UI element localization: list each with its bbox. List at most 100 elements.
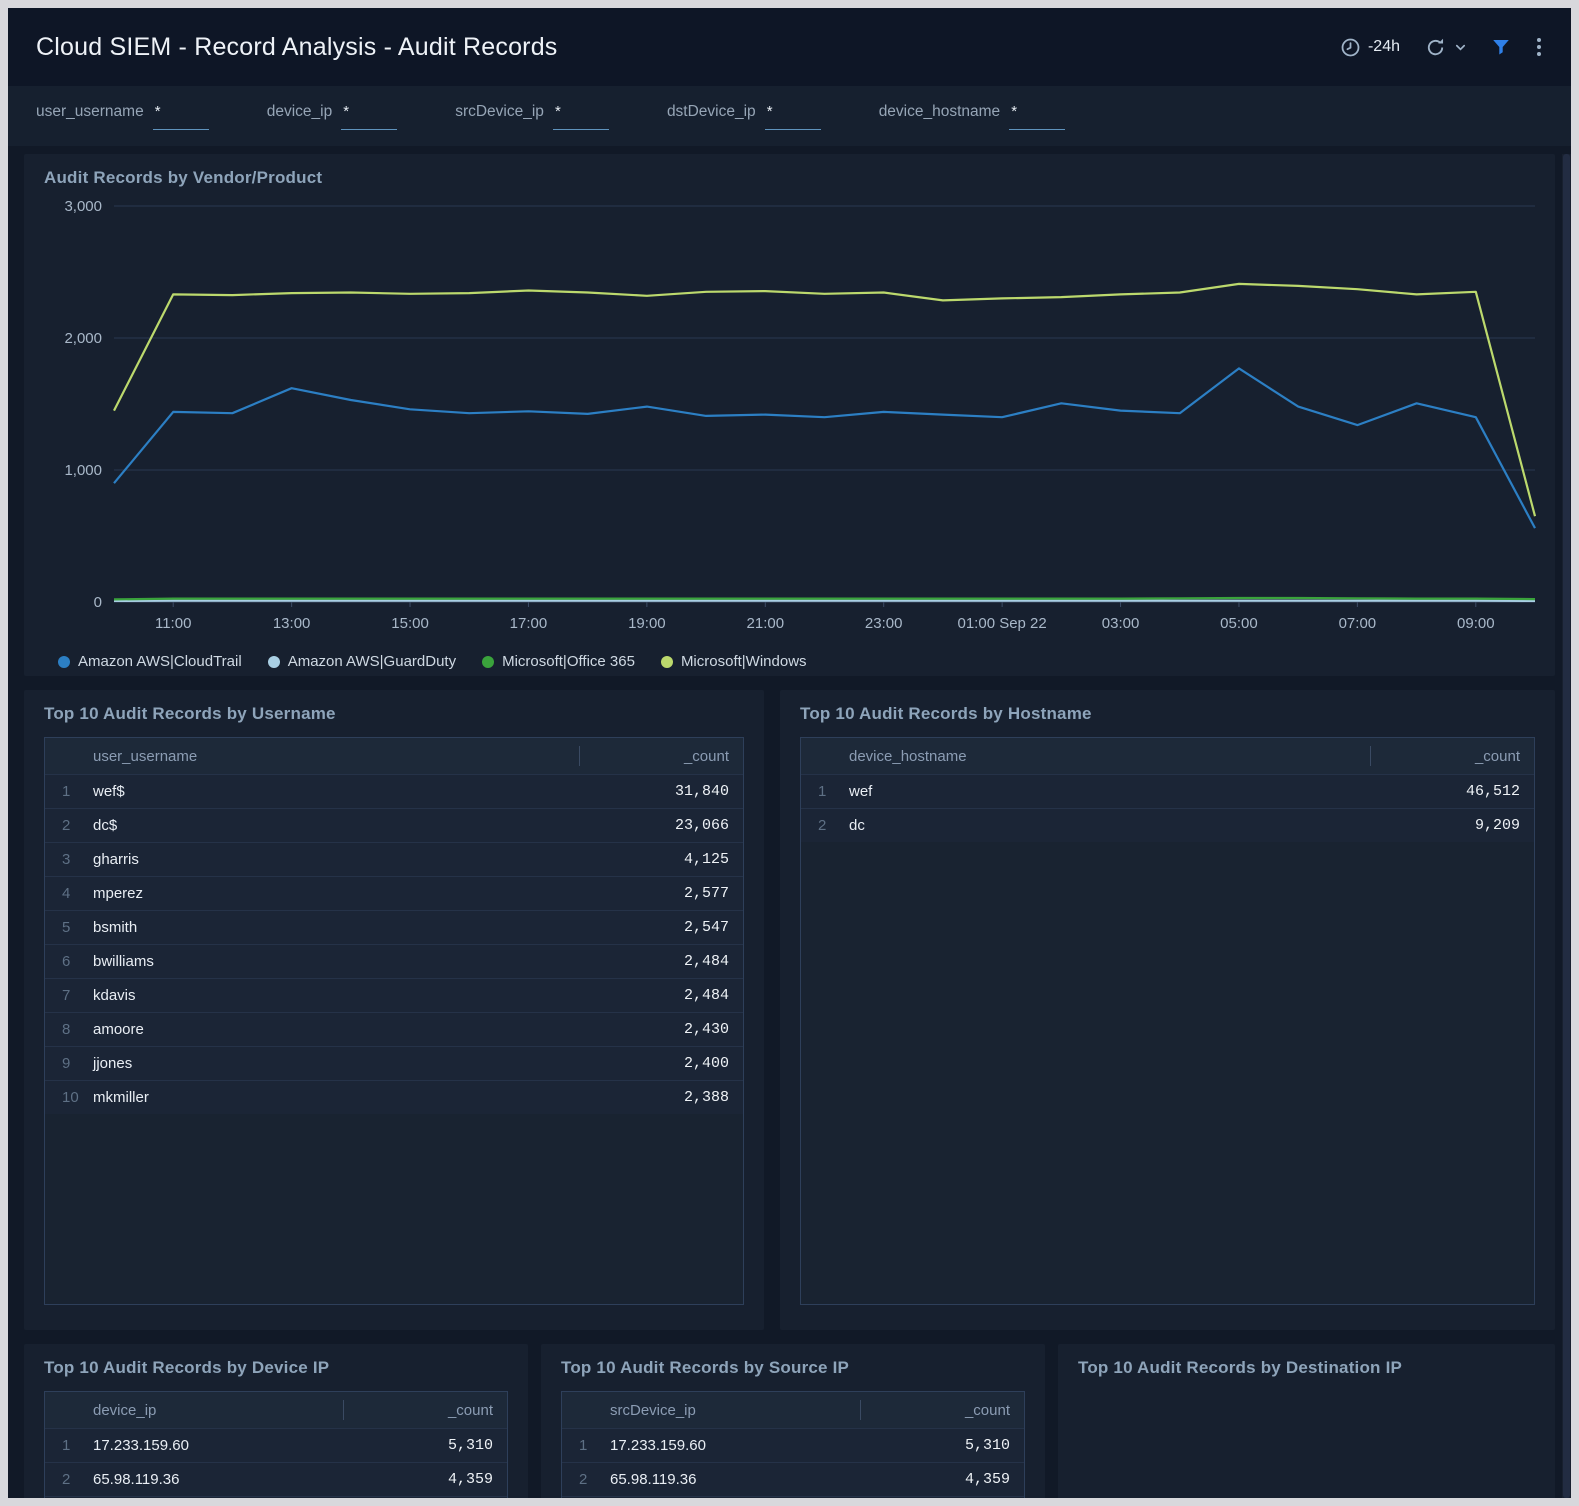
table-row[interactable]: 1wef$31,840 [45,775,743,809]
row-value: 17.233.159.60 [93,1429,343,1463]
table-header-row: srcDevice_ip _count [562,1392,1024,1429]
row-index: 1 [45,1429,93,1463]
source-ip-table: srcDevice_ip _count 117.233.159.605,3102… [561,1391,1025,1498]
row-value: 65.98.119.36 [93,1463,343,1497]
row-index: 2 [45,1463,93,1497]
column-header[interactable]: device_ip [93,1392,343,1429]
filter-device-hostname: device_hostname * [879,103,1066,130]
filter-label: user_username [36,103,144,121]
panel-destination-ip: Top 10 Audit Records by Destination IP [1058,1344,1555,1498]
header-controls: -24h [1340,36,1543,59]
refresh-control[interactable] [1424,36,1467,59]
filter-button[interactable] [1491,37,1511,57]
filter-input[interactable]: * [153,103,209,130]
row-count: 2,484 [579,979,743,1013]
column-header[interactable]: _count [860,1392,1024,1429]
row-value: gharris [93,843,579,877]
row-count: 46,512 [1370,775,1534,809]
table-row[interactable]: 10mkmiller2,388 [45,1081,743,1115]
panel-vendor-product: Audit Records by Vendor/Product 01,0002,… [24,154,1555,676]
row-value: 110.167.149.237 [610,1497,860,1499]
row-index: 2 [562,1463,610,1497]
column-header[interactable]: _count [1370,738,1534,775]
table-row[interactable]: 6bwilliams2,484 [45,945,743,979]
row-count: 2,430 [579,1013,743,1047]
chevron-down-icon [1454,41,1467,54]
row-index: 7 [45,979,93,1013]
row-value: jjones [93,1047,579,1081]
legend-item[interactable]: Microsoft|Office 365 [482,653,635,670]
time-range-control[interactable]: -24h [1340,37,1400,58]
table-row[interactable]: 8amoore2,430 [45,1013,743,1047]
row-index: 1 [562,1429,610,1463]
table-row[interactable]: 5bsmith2,547 [45,911,743,945]
legend-item[interactable]: Amazon AWS|GuardDuty [268,653,456,670]
svg-text:11:00: 11:00 [155,615,191,632]
table-row[interactable]: 7kdavis2,484 [45,979,743,1013]
table-row[interactable]: 3110.167.149.2374,137 [562,1497,1024,1499]
filter-input[interactable]: * [1009,103,1065,130]
svg-text:09:00: 09:00 [1457,615,1495,632]
time-range-label: -24h [1368,38,1400,56]
row-count: 4,137 [343,1497,507,1499]
svg-text:0: 0 [94,594,102,611]
row-count: 4,359 [860,1463,1024,1497]
chart-legend: Amazon AWS|CloudTrail Amazon AWS|GuardDut… [44,647,1535,670]
row-count: 23,066 [579,809,743,843]
panel-title: Top 10 Audit Records by Hostname [800,704,1535,724]
row-value: dc [849,809,1370,843]
table-row[interactable]: 265.98.119.364,359 [562,1463,1024,1497]
table-row[interactable]: 3gharris4,125 [45,843,743,877]
table-row[interactable]: 2dc$23,066 [45,809,743,843]
svg-text:3,000: 3,000 [64,198,102,215]
column-header[interactable]: _count [579,738,743,775]
scrollbar-thumb[interactable] [1563,154,1570,1498]
row-index: 4 [45,877,93,911]
panel-title: Top 10 Audit Records by Username [44,704,744,724]
svg-text:05:00: 05:00 [1220,615,1258,632]
table-row[interactable]: 117.233.159.605,310 [562,1429,1024,1463]
legend-dot [58,656,70,668]
row-value: wef [849,775,1370,809]
row-count: 2,484 [579,945,743,979]
row-value: 17.233.159.60 [610,1429,860,1463]
bottom-row: Top 10 Audit Records by Device IP device… [24,1344,1555,1498]
svg-text:15:00: 15:00 [391,615,429,632]
row-value: kdavis [93,979,579,1013]
row-value: 65.98.119.36 [610,1463,860,1497]
device-ip-table: device_ip _count 117.233.159.605,310265.… [44,1391,508,1498]
filter-label: dstDevice_ip [667,103,756,121]
table-row[interactable]: 117.233.159.605,310 [45,1429,507,1463]
table-row[interactable]: 3110.167.149.2374,137 [45,1497,507,1499]
filter-input[interactable]: * [341,103,397,130]
username-table: user_username _count 1wef$31,8402dc$23,0… [44,737,744,1305]
column-header[interactable]: user_username [93,738,579,775]
legend-dot [661,656,673,668]
table-row[interactable]: 2dc9,209 [801,809,1534,843]
svg-text:23:00: 23:00 [865,615,903,632]
table-row[interactable]: 9jjones2,400 [45,1047,743,1081]
chart-svg: 01,0002,0003,00011:0013:0015:0017:0019:0… [44,192,1549,642]
vertical-scrollbar[interactable] [1562,154,1571,1498]
table-row[interactable]: 4mperez2,577 [45,877,743,911]
svg-text:13:00: 13:00 [273,615,311,632]
column-header[interactable]: _count [343,1392,507,1429]
svg-text:1,000: 1,000 [64,462,102,479]
table-row[interactable]: 265.98.119.364,359 [45,1463,507,1497]
column-header[interactable]: srcDevice_ip [610,1392,860,1429]
filter-label: device_ip [267,103,333,121]
table-row[interactable]: 1wef46,512 [801,775,1534,809]
legend-item[interactable]: Amazon AWS|CloudTrail [58,653,242,670]
kebab-menu-button[interactable] [1535,36,1543,58]
filter-user-username: user_username * [36,103,209,130]
row-count: 2,388 [579,1081,743,1115]
filter-device-ip: device_ip * [267,103,398,130]
row-index: 3 [45,843,93,877]
legend-item[interactable]: Microsoft|Windows [661,653,807,670]
panel-title: Top 10 Audit Records by Source IP [561,1358,1025,1378]
filter-input[interactable]: * [765,103,821,130]
panel-title: Top 10 Audit Records by Device IP [44,1358,508,1378]
filter-input[interactable]: * [553,103,609,130]
column-header[interactable]: device_hostname [849,738,1370,775]
vendor-product-line-chart[interactable]: 01,0002,0003,00011:0013:0015:0017:0019:0… [44,192,1535,647]
